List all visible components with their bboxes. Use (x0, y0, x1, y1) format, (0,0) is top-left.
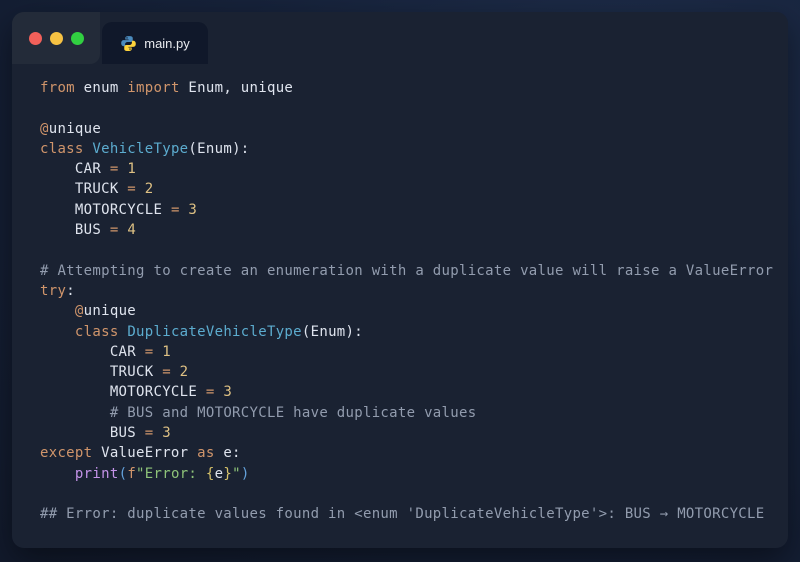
code-token: BUS (40, 222, 110, 238)
code-token: Enum, unique (180, 80, 293, 96)
code-token: (Enum): (302, 324, 363, 340)
code-line: class VehicleType(Enum): (40, 139, 778, 159)
code-token: ( (119, 466, 128, 482)
code-token (153, 344, 162, 360)
code-token: 2 (145, 181, 154, 197)
code-token: # Attempting to create an enumeration wi… (40, 263, 773, 279)
code-token: import (127, 80, 179, 96)
code-token: (Enum): (188, 141, 249, 157)
code-token: 2 (180, 364, 189, 380)
tab-main-py[interactable]: main.py (102, 22, 208, 64)
code-token: ## Error: duplicate values found in <enu… (40, 506, 764, 522)
code-token: ) (241, 466, 250, 482)
code-token: "Error: (136, 466, 206, 482)
code-token: unique (49, 121, 101, 137)
code-token: @ (40, 121, 49, 137)
code-line: ## Error: duplicate values found in <enu… (40, 504, 778, 524)
minimize-button[interactable] (50, 32, 63, 45)
code-token: = (110, 161, 119, 177)
code-token: 3 (188, 202, 197, 218)
code-line: TRUCK = 2 (40, 362, 778, 382)
code-token: { (206, 466, 215, 482)
code-editor[interactable]: from enum import Enum, unique @uniquecla… (12, 64, 788, 525)
code-token: class (75, 324, 119, 340)
code-line: MOTORCYCLE = 3 (40, 200, 778, 220)
code-line (40, 98, 778, 118)
code-token (153, 425, 162, 441)
code-line: TRUCK = 2 (40, 179, 778, 199)
code-token (40, 324, 75, 340)
code-token: = (206, 384, 215, 400)
code-token (40, 303, 75, 319)
code-token: } (223, 466, 232, 482)
code-token (40, 466, 75, 482)
code-token: 3 (162, 425, 171, 441)
code-line: MOTORCYCLE = 3 (40, 382, 778, 402)
code-token: : (66, 283, 75, 299)
code-line: CAR = 1 (40, 159, 778, 179)
code-token: 3 (223, 384, 232, 400)
code-token: # BUS and MOTORCYCLE have duplicate valu… (110, 405, 477, 421)
code-token (119, 324, 128, 340)
code-token: except (40, 445, 92, 461)
code-token: @ (75, 303, 84, 319)
code-token: from (40, 80, 75, 96)
code-line: class DuplicateVehicleType(Enum): (40, 322, 778, 342)
code-token: class (40, 141, 84, 157)
code-token: TRUCK (40, 364, 162, 380)
code-token: TRUCK (40, 181, 127, 197)
code-token: 1 (127, 161, 136, 177)
code-line: try: (40, 281, 778, 301)
code-token: CAR (40, 161, 110, 177)
code-token: e: (215, 445, 241, 461)
code-token: DuplicateVehicleType (127, 324, 302, 340)
code-token (119, 161, 128, 177)
code-line: # Attempting to create an enumeration wi… (40, 261, 778, 281)
window-header: main.py (12, 12, 788, 64)
code-token: MOTORCYCLE (40, 202, 171, 218)
code-line: @unique (40, 119, 778, 139)
code-line: CAR = 1 (40, 342, 778, 362)
code-token: as (197, 445, 214, 461)
code-line (40, 484, 778, 504)
code-token: CAR (40, 344, 145, 360)
code-line: @unique (40, 301, 778, 321)
code-token: VehicleType (92, 141, 188, 157)
code-token (40, 405, 110, 421)
code-token: enum (75, 80, 127, 96)
traffic-lights (12, 12, 100, 64)
code-line: # BUS and MOTORCYCLE have duplicate valu… (40, 403, 778, 423)
code-line: except ValueError as e: (40, 443, 778, 463)
code-line: BUS = 4 (40, 220, 778, 240)
code-token: " (232, 466, 241, 482)
code-token: = (171, 202, 180, 218)
code-token: ValueError (92, 445, 197, 461)
code-token: MOTORCYCLE (40, 384, 206, 400)
code-token: f (127, 466, 136, 482)
code-token (171, 364, 180, 380)
code-token: BUS (40, 425, 145, 441)
code-snippet-window: main.py from enum import Enum, unique @u… (12, 12, 788, 548)
python-icon (120, 35, 137, 52)
code-token: = (110, 222, 119, 238)
code-line: BUS = 3 (40, 423, 778, 443)
code-token (119, 222, 128, 238)
code-line (40, 240, 778, 260)
tab-strip: main.py (100, 12, 788, 64)
tab-filename: main.py (144, 36, 190, 51)
close-button[interactable] (29, 32, 42, 45)
maximize-button[interactable] (71, 32, 84, 45)
code-token: unique (84, 303, 136, 319)
code-line: from enum import Enum, unique (40, 78, 778, 98)
code-token: print (75, 466, 119, 482)
code-token: try (40, 283, 66, 299)
code-token: 1 (162, 344, 171, 360)
code-token: = (162, 364, 171, 380)
code-token: = (127, 181, 136, 197)
code-token (136, 181, 145, 197)
code-line: print(f"Error: {e}") (40, 464, 778, 484)
code-token: 4 (127, 222, 136, 238)
